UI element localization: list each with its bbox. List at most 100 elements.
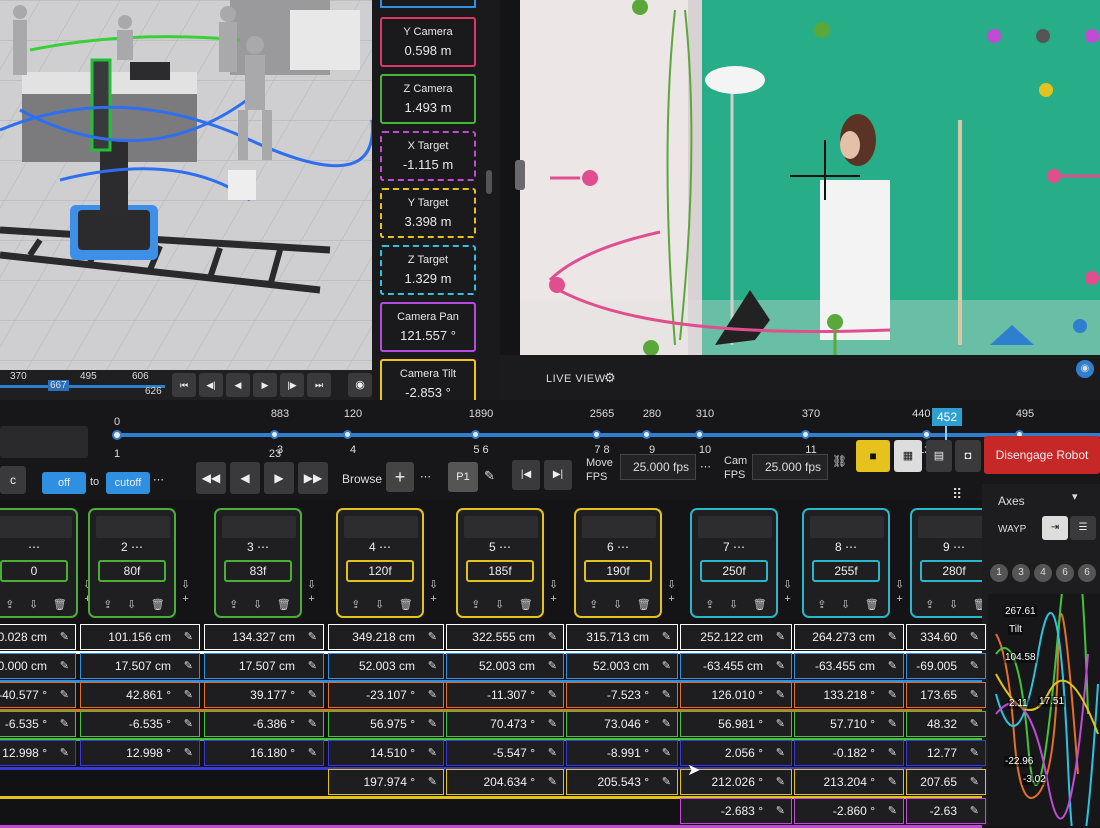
- storage-icon[interactable]: ▤: [926, 440, 952, 472]
- insert-keyframe-icon[interactable]: ⇩+: [307, 578, 316, 606]
- param-value[interactable]: -1.115 m: [382, 157, 474, 172]
- edit-icon[interactable]: ✎: [970, 770, 979, 794]
- keyframe-card[interactable]: 6 ⋯ 190f ⇪ ⇩ 🗑: [574, 508, 662, 618]
- upload-icon[interactable]: ⇪: [351, 598, 360, 611]
- edit-icon[interactable]: ✎: [776, 712, 785, 736]
- insert-keyframe-icon[interactable]: ⇩+: [783, 578, 792, 606]
- edit-icon[interactable]: ✎: [548, 625, 557, 649]
- axis-chip[interactable]: 6: [1078, 564, 1096, 582]
- insert-keyframe-icon[interactable]: ⇩+: [429, 578, 438, 606]
- table-cell[interactable]: -11.307 ° ✎: [446, 682, 564, 708]
- upload-icon[interactable]: ⇪: [471, 598, 480, 611]
- timeline-keyframe[interactable]: [642, 430, 651, 439]
- edit-icon[interactable]: ✎: [184, 683, 193, 707]
- keyframe-frame-field[interactable]: 0: [0, 560, 68, 582]
- edit-icon[interactable]: ✎: [888, 625, 897, 649]
- param-value[interactable]: 121.557 °: [382, 328, 474, 343]
- edit-icon[interactable]: ✎: [970, 741, 979, 765]
- trash-icon[interactable]: 🗑: [277, 598, 291, 611]
- table-cell[interactable]: 10.028 cm ✎: [0, 624, 76, 650]
- pink-handle[interactable]: [549, 277, 565, 293]
- timeline-keyframe[interactable]: [801, 430, 810, 439]
- timeline-keyframe[interactable]: [343, 430, 352, 439]
- edit-icon[interactable]: ✎: [428, 712, 437, 736]
- edit-icon[interactable]: ✎: [662, 683, 671, 707]
- more-icon[interactable]: ⋯: [617, 540, 629, 554]
- link-icon[interactable]: ⛓: [832, 454, 847, 468]
- cutoff-toggle[interactable]: cutoff: [106, 472, 150, 494]
- download-icon[interactable]: ⇩: [729, 598, 738, 611]
- download-icon[interactable]: ⇩: [253, 598, 262, 611]
- axes-curve-graph[interactable]: [988, 594, 1100, 826]
- edit-icon[interactable]: ✎: [776, 654, 785, 678]
- param-box[interactable]: Z Target 1.329 m: [380, 245, 476, 295]
- table-cell[interactable]: -2.860 ° ✎: [794, 798, 904, 824]
- edit-icon[interactable]: ✎: [184, 625, 193, 649]
- edit-icon[interactable]: ✎: [428, 770, 437, 794]
- table-cell[interactable]: 70.473 ° ✎: [446, 711, 564, 737]
- keyframe-frame-field[interactable]: 83f: [224, 560, 292, 582]
- table-cell[interactable]: 12.998 ° ✎: [0, 740, 76, 766]
- keyframe-frame-field[interactable]: 255f: [812, 560, 880, 582]
- table-cell[interactable]: 73.046 ° ✎: [566, 711, 678, 737]
- keyframe-card[interactable]: 4 ⋯ 120f ⇪ ⇩ 🗑: [336, 508, 424, 618]
- edit-icon[interactable]: ✎: [888, 683, 897, 707]
- table-cell[interactable]: 264.273 cm ✎: [794, 624, 904, 650]
- download-icon[interactable]: ⇩: [841, 598, 850, 611]
- timeline-keyframe[interactable]: [922, 430, 931, 439]
- keyframe-card[interactable]: 5 ⋯ 185f ⇪ ⇩ 🗑: [456, 508, 544, 618]
- edit-icon[interactable]: ✎: [60, 625, 69, 649]
- trash-icon[interactable]: 🗑: [753, 598, 767, 611]
- more-icon[interactable]: ⋯: [700, 460, 711, 473]
- step-back-icon[interactable]: ◀: [230, 462, 260, 494]
- edit-icon[interactable]: ✎: [776, 799, 785, 823]
- edit-icon[interactable]: ✎: [662, 712, 671, 736]
- download-icon[interactable]: ⇩: [127, 598, 136, 611]
- timeline-playhead[interactable]: 452: [932, 408, 962, 426]
- insert-keyframe-icon[interactable]: ⇩+: [549, 578, 558, 606]
- table-cell[interactable]: 17.507 cm ✎: [204, 653, 324, 679]
- table-cell[interactable]: -6.535 ° ✎: [0, 711, 76, 737]
- edit-icon[interactable]: ✎: [888, 799, 897, 823]
- table-cell[interactable]: 252.122 cm ✎: [680, 624, 792, 650]
- more-icon[interactable]: ⋯: [845, 540, 857, 554]
- table-cell[interactable]: -2.63 ✎: [906, 798, 986, 824]
- more-icon[interactable]: ⋯: [733, 540, 745, 554]
- keyframe-frame-field[interactable]: 280f: [920, 560, 988, 582]
- play-back-icon[interactable]: ◀: [226, 373, 250, 397]
- keyframe-frame-field[interactable]: 250f: [700, 560, 768, 582]
- table-cell[interactable]: 42.861 ° ✎: [80, 682, 200, 708]
- edit-icon[interactable]: ✎: [60, 712, 69, 736]
- edit-icon[interactable]: ✎: [308, 654, 317, 678]
- edit-icon[interactable]: ✎: [888, 654, 897, 678]
- axis-chip[interactable]: 6: [1056, 564, 1074, 582]
- table-cell[interactable]: -2.683 ° ✎: [680, 798, 792, 824]
- keyframe-card[interactable]: 3 ⋯ 83f ⇪ ⇩ 🗑: [214, 508, 302, 618]
- param-value[interactable]: 0.598 m: [382, 43, 474, 58]
- table-cell[interactable]: 16.180 ° ✎: [204, 740, 324, 766]
- edit-icon[interactable]: ✎: [548, 683, 557, 707]
- purple-handle[interactable]: [987, 29, 1001, 43]
- table-cell[interactable]: 349.218 cm ✎: [328, 624, 444, 650]
- edit-icon[interactable]: ✎: [184, 654, 193, 678]
- pink-handle[interactable]: [582, 170, 598, 186]
- table-cell[interactable]: 52.003 cm ✎: [566, 653, 678, 679]
- keyframe-card[interactable]: 8 ⋯ 255f ⇪ ⇩ 🗑: [802, 508, 890, 618]
- yellow-handle[interactable]: [1039, 83, 1053, 97]
- edit-icon[interactable]: ✎: [428, 741, 437, 765]
- table-cell[interactable]: -0.182 ° ✎: [794, 740, 904, 766]
- table-cell[interactable]: 134.327 cm ✎: [204, 624, 324, 650]
- table-cell[interactable]: 39.177 ° ✎: [204, 682, 324, 708]
- upload-icon[interactable]: ⇪: [925, 598, 934, 611]
- table-cell[interactable]: -69.005 ✎: [906, 653, 986, 679]
- edit-icon[interactable]: ✎: [662, 770, 671, 794]
- snapshot-icon[interactable]: ◘: [955, 440, 981, 472]
- back-button[interactable]: c: [0, 466, 26, 494]
- trash-icon[interactable]: 🗑: [865, 598, 879, 611]
- param-box[interactable]: Z Camera 1.493 m: [380, 74, 476, 124]
- edit-icon[interactable]: ✎: [60, 683, 69, 707]
- insert-keyframe-icon[interactable]: ⇩+: [895, 578, 904, 606]
- play-icon[interactable]: ▶: [253, 373, 277, 397]
- edit-icon[interactable]: ✎: [548, 770, 557, 794]
- trash-icon[interactable]: 🗑: [53, 598, 67, 611]
